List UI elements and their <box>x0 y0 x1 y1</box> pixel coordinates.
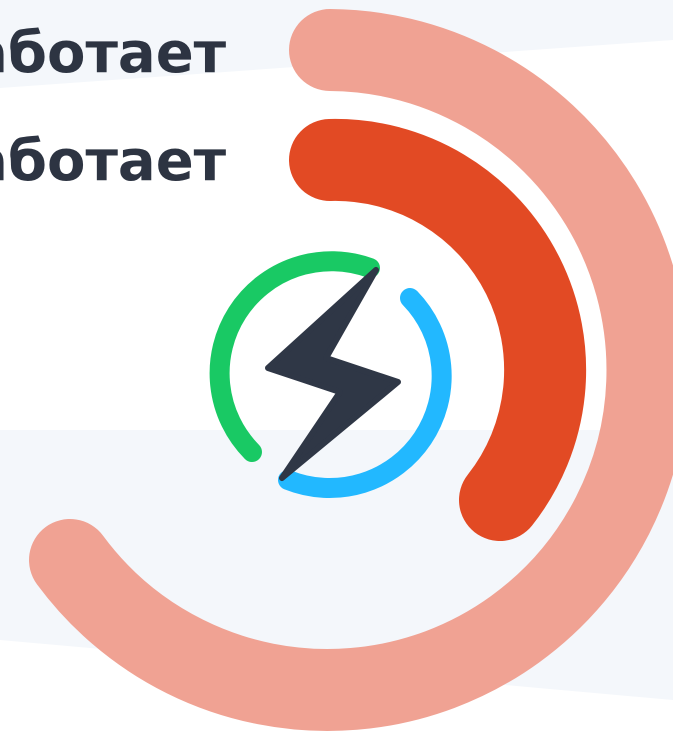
headline-line-1: работает <box>0 21 227 86</box>
hero-illustration: работает работает <box>0 0 673 740</box>
hero-graphic: работает работает <box>0 0 673 731</box>
headline-line-2: работает <box>0 129 227 194</box>
